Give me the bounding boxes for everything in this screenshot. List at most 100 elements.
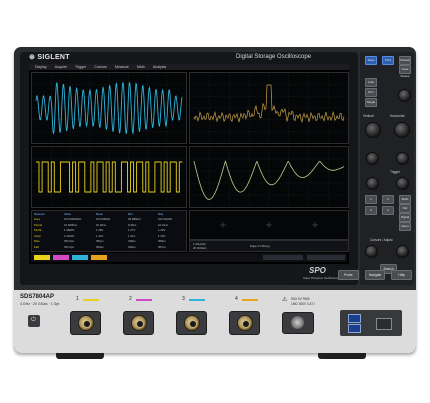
button-run-stop[interactable]: Run Stop [365, 88, 377, 101]
fft-pane[interactable] [189, 72, 349, 144]
measurement-cell: 100.0000MHz [64, 217, 82, 221]
menu-item-cursors[interactable]: Cursors [94, 65, 107, 70]
measurement-cell: 10.01ns [158, 222, 168, 227]
aux-port-ring [291, 316, 304, 329]
cursor-knob-b[interactable] [396, 245, 409, 258]
grid-lines [190, 147, 348, 207]
measurement-cell: 10.0000ns [64, 222, 78, 227]
channel-strip [31, 253, 347, 262]
button-save[interactable]: Save [365, 56, 377, 65]
vertical-scale-knob[interactable] [365, 122, 381, 138]
bnc-connector-icon [184, 315, 200, 331]
usb-port-2[interactable] [348, 324, 361, 333]
ch2-tag[interactable] [53, 255, 69, 260]
menu-item-display[interactable]: Display [35, 65, 47, 70]
waveform-pane-ch2[interactable] [31, 72, 187, 144]
channel-2-color-stripe [136, 299, 152, 301]
status-bar: 1.00us/div 20.0GSa/s Edge C1 Rising [189, 240, 349, 252]
channel-3-label: 3 [182, 296, 185, 302]
channel-3-bnc-port[interactable] [176, 311, 207, 335]
measurement-cell: 353ps [96, 244, 104, 249]
horizontal-position-knob[interactable] [396, 152, 409, 165]
channel-3-color-stripe [189, 299, 205, 301]
horizontal-scale-knob[interactable] [394, 122, 410, 138]
empty-grid-pane[interactable] [189, 210, 349, 240]
ch4-tag[interactable] [91, 255, 107, 260]
aux-text: 50Ω 5V RMS [291, 297, 310, 301]
oscilloscope-display[interactable]: Display Acquire Trigger Cursors Measure Math A… [29, 64, 349, 264]
spectrum-pane[interactable] [189, 146, 349, 208]
ch2-waveform [32, 73, 186, 143]
offset-knob[interactable] [366, 177, 379, 190]
measurement-cell: 1.21V [128, 233, 136, 238]
usb-port-1[interactable] [348, 314, 361, 323]
usb-panel [340, 310, 402, 336]
aux-text-2: 1MΩ 300V CAT I [291, 302, 315, 306]
channel-1-label: 1 [76, 296, 79, 302]
trigger-tag[interactable] [307, 255, 345, 260]
channel-4-bnc-port[interactable] [229, 311, 260, 335]
button-default[interactable]: Default [399, 56, 411, 65]
grid-lines [190, 73, 348, 143]
waveform-pane-ch1[interactable] [31, 146, 187, 208]
measurement-cell: 1.28V [96, 228, 104, 232]
button-menu[interactable]: Menu [399, 222, 411, 231]
power-icon: ⏻ [31, 317, 36, 323]
button-probe[interactable]: Probe [338, 270, 359, 280]
measurement-table[interactable]: Measure Value Mean Min Max Freq 100.0000MHz 100… [31, 210, 187, 252]
channel-1-bnc-port[interactable] [70, 311, 101, 335]
measurement-cell: 355ps [158, 239, 166, 243]
bnc-connector-icon [237, 315, 253, 331]
measurement-cell: Rise [34, 239, 40, 243]
menu-item-measure[interactable]: Measure [115, 65, 129, 70]
measurement-cell: 1.27V [128, 228, 136, 232]
measurement-cell: Period [34, 222, 43, 227]
cursor-knob-a[interactable] [365, 245, 378, 258]
button-navigate[interactable]: Navigate [364, 270, 386, 280]
section-horizontal-label: Horizontal [390, 114, 405, 118]
measurement-header-cell: Mean [96, 212, 103, 216]
channel-4-color-stripe [242, 299, 258, 301]
bnc-pin [242, 320, 250, 328]
button-single[interactable]: Single [365, 98, 377, 107]
measurement-cell: 1.29V [158, 228, 166, 232]
vertical-position-knob[interactable] [366, 152, 379, 165]
measurement-cell: 99.98MHz [128, 217, 141, 221]
ch1-tag[interactable] [34, 255, 50, 260]
button-help[interactable]: Help [391, 270, 413, 280]
section-vertical-label: Vertical [363, 114, 374, 118]
menu-item-trigger[interactable]: Trigger [75, 65, 86, 70]
measurement-cell: 348ps [128, 239, 136, 243]
measurement-cell: 9.99ns [128, 222, 137, 227]
channel-button-4[interactable]: 4 [382, 206, 394, 215]
button-clear-sweep[interactable]: Clear Sweep [399, 65, 411, 78]
power-button[interactable]: ⏻ [28, 315, 40, 327]
universal-knob[interactable] [398, 89, 411, 102]
channel-button-2[interactable]: 2 [382, 195, 394, 204]
button-ref[interactable]: Ref [399, 204, 411, 213]
timebase-tag[interactable] [263, 255, 303, 260]
measurement-header-cell: Value [64, 212, 71, 216]
ch1-waveform [32, 147, 186, 207]
button-auto[interactable]: Auto [365, 78, 377, 87]
aux-port[interactable] [282, 312, 314, 334]
measurement-header-cell: Min [128, 212, 133, 216]
spo-logo: SPO [309, 266, 326, 275]
button-math[interactable]: Math [399, 195, 411, 204]
measurement-cell: 352.0ps [64, 244, 74, 249]
usb-port-3[interactable] [376, 318, 392, 330]
channel-4-label: 4 [235, 296, 238, 302]
menu-item-acquire[interactable]: Acquire [55, 65, 67, 70]
channel-button-1[interactable]: 1 [365, 195, 377, 204]
aux-warning-icon: ⚠ [282, 297, 288, 303]
channel-2-label: 2 [129, 296, 132, 302]
button-print[interactable]: Print [382, 56, 394, 65]
button-digital[interactable]: Digital [399, 213, 411, 222]
trigger-level-knob[interactable] [396, 177, 409, 190]
channel-2-bnc-port[interactable] [123, 311, 154, 335]
ch3-tag[interactable] [72, 255, 88, 260]
menu-item-math[interactable]: Math [137, 65, 145, 70]
channel-button-3[interactable]: 3 [365, 206, 377, 215]
menu-item-analysis[interactable]: Analysis [153, 65, 166, 70]
bnc-pin [83, 320, 91, 328]
